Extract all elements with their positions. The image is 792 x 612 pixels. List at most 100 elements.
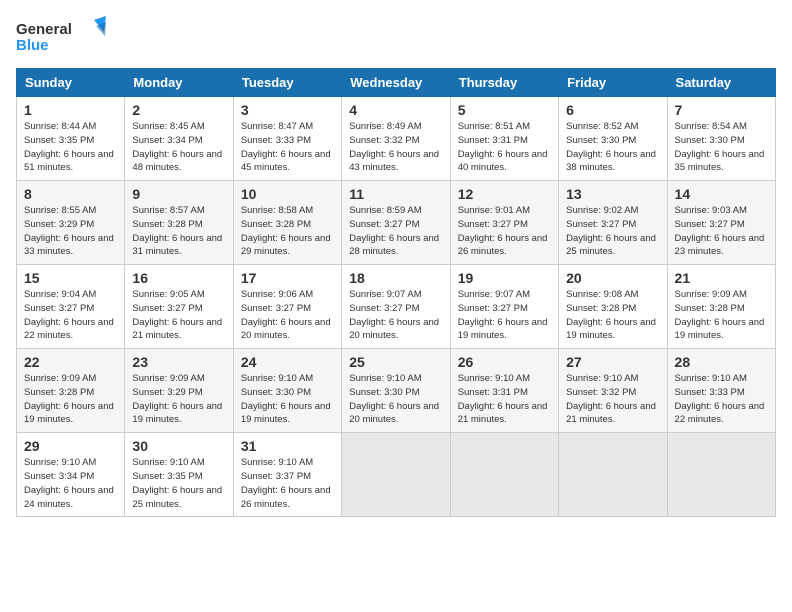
day-number: 2 — [132, 102, 225, 118]
day-number: 4 — [349, 102, 442, 118]
day-info: Sunrise: 9:10 AMSunset: 3:32 PMDaylight:… — [566, 372, 659, 427]
calendar-cell: 30 Sunrise: 9:10 AMSunset: 3:35 PMDayligh… — [125, 433, 233, 517]
calendar-cell: 5 Sunrise: 8:51 AMSunset: 3:31 PMDaylight… — [450, 97, 558, 181]
day-number: 28 — [675, 354, 768, 370]
logo: General Blue — [16, 16, 106, 56]
col-header-thursday: Thursday — [450, 69, 558, 97]
calendar-cell: 9Sunrise: 8:57 AMSunset: 3:28 PMDaylight… — [125, 181, 233, 265]
day-info: Sunrise: 8:59 AMSunset: 3:27 PMDaylight:… — [349, 204, 442, 259]
calendar-cell — [342, 433, 450, 517]
calendar-cell: 31 Sunrise: 9:10 AMSunset: 3:37 PMDayligh… — [233, 433, 341, 517]
logo-svg: General Blue — [16, 16, 106, 56]
calendar-cell: 4 Sunrise: 8:49 AMSunset: 3:32 PMDaylight… — [342, 97, 450, 181]
day-info: Sunrise: 8:47 AMSunset: 3:33 PMDaylight:… — [241, 120, 334, 175]
day-info: Sunrise: 9:07 AMSunset: 3:27 PMDaylight:… — [458, 288, 551, 343]
calendar-cell — [667, 433, 775, 517]
day-number: 29 — [24, 438, 117, 454]
day-info: Sunrise: 8:52 AMSunset: 3:30 PMDaylight:… — [566, 120, 659, 175]
day-info: Sunrise: 9:10 AMSunset: 3:33 PMDaylight:… — [675, 372, 768, 427]
day-info: Sunrise: 9:08 AMSunset: 3:28 PMDaylight:… — [566, 288, 659, 343]
day-info: Sunrise: 8:49 AMSunset: 3:32 PMDaylight:… — [349, 120, 442, 175]
calendar-header-row: SundayMondayTuesdayWednesdayThursdayFrid… — [17, 69, 776, 97]
day-info: Sunrise: 8:54 AMSunset: 3:30 PMDaylight:… — [675, 120, 768, 175]
day-info: Sunrise: 8:44 AMSunset: 3:35 PMDaylight:… — [24, 120, 117, 175]
calendar-cell — [559, 433, 667, 517]
day-number: 10 — [241, 186, 334, 202]
day-number: 19 — [458, 270, 551, 286]
calendar-cell: 6 Sunrise: 8:52 AMSunset: 3:30 PMDaylight… — [559, 97, 667, 181]
calendar-cell: 15 Sunrise: 9:04 AMSunset: 3:27 PMDayligh… — [17, 265, 125, 349]
day-number: 31 — [241, 438, 334, 454]
calendar-cell: 8Sunrise: 8:55 AMSunset: 3:29 PMDaylight… — [17, 181, 125, 265]
calendar-cell: 22 Sunrise: 9:09 AMSunset: 3:28 PMDayligh… — [17, 349, 125, 433]
day-number: 5 — [458, 102, 551, 118]
calendar-cell: 21 Sunrise: 9:09 AMSunset: 3:28 PMDayligh… — [667, 265, 775, 349]
calendar-cell: 24 Sunrise: 9:10 AMSunset: 3:30 PMDayligh… — [233, 349, 341, 433]
calendar-cell: 20Sunrise: 9:08 AMSunset: 3:28 PMDayligh… — [559, 265, 667, 349]
day-info: Sunrise: 9:10 AMSunset: 3:31 PMDaylight:… — [458, 372, 551, 427]
calendar-cell: 25 Sunrise: 9:10 AMSunset: 3:30 PMDayligh… — [342, 349, 450, 433]
calendar-cell: 12 Sunrise: 9:01 AMSunset: 3:27 PMDayligh… — [450, 181, 558, 265]
calendar-cell — [450, 433, 558, 517]
day-info: Sunrise: 9:09 AMSunset: 3:28 PMDaylight:… — [675, 288, 768, 343]
calendar-cell: 17 Sunrise: 9:06 AMSunset: 3:27 PMDayligh… — [233, 265, 341, 349]
calendar-cell: 2Sunrise: 8:45 AMSunset: 3:34 PMDaylight… — [125, 97, 233, 181]
day-number: 3 — [241, 102, 334, 118]
svg-text:General: General — [16, 21, 72, 38]
calendar-cell: 11Sunrise: 8:59 AMSunset: 3:27 PMDayligh… — [342, 181, 450, 265]
day-info: Sunrise: 9:02 AMSunset: 3:27 PMDaylight:… — [566, 204, 659, 259]
calendar-cell: 10 Sunrise: 8:58 AMSunset: 3:28 PMDayligh… — [233, 181, 341, 265]
calendar-cell: 1 Sunrise: 8:44 AMSunset: 3:35 PMDaylight… — [17, 97, 125, 181]
col-header-tuesday: Tuesday — [233, 69, 341, 97]
day-info: Sunrise: 9:10 AMSunset: 3:30 PMDaylight:… — [349, 372, 442, 427]
calendar-cell: 19 Sunrise: 9:07 AMSunset: 3:27 PMDayligh… — [450, 265, 558, 349]
day-number: 25 — [349, 354, 442, 370]
day-info: Sunrise: 8:58 AMSunset: 3:28 PMDaylight:… — [241, 204, 334, 259]
day-info: Sunrise: 9:10 AMSunset: 3:37 PMDaylight:… — [241, 456, 334, 511]
day-number: 17 — [241, 270, 334, 286]
day-number: 22 — [24, 354, 117, 370]
calendar-cell: 29 Sunrise: 9:10 AMSunset: 3:34 PMDayligh… — [17, 433, 125, 517]
day-number: 21 — [675, 270, 768, 286]
day-number: 12 — [458, 186, 551, 202]
day-number: 6 — [566, 102, 659, 118]
calendar-cell: 3 Sunrise: 8:47 AMSunset: 3:33 PMDaylight… — [233, 97, 341, 181]
calendar-week-3: 15 Sunrise: 9:04 AMSunset: 3:27 PMDayligh… — [17, 265, 776, 349]
day-number: 1 — [24, 102, 117, 118]
day-number: 24 — [241, 354, 334, 370]
day-number: 18 — [349, 270, 442, 286]
day-number: 8 — [24, 186, 117, 202]
day-info: Sunrise: 9:10 AMSunset: 3:30 PMDaylight:… — [241, 372, 334, 427]
day-info: Sunrise: 9:06 AMSunset: 3:27 PMDaylight:… — [241, 288, 334, 343]
day-info: Sunrise: 9:01 AMSunset: 3:27 PMDaylight:… — [458, 204, 551, 259]
calendar-cell: 16Sunrise: 9:05 AMSunset: 3:27 PMDayligh… — [125, 265, 233, 349]
calendar-week-1: 1 Sunrise: 8:44 AMSunset: 3:35 PMDaylight… — [17, 97, 776, 181]
day-info: Sunrise: 9:04 AMSunset: 3:27 PMDaylight:… — [24, 288, 117, 343]
day-number: 14 — [675, 186, 768, 202]
day-number: 7 — [675, 102, 768, 118]
day-number: 30 — [132, 438, 225, 454]
calendar-cell: 27 Sunrise: 9:10 AMSunset: 3:32 PMDayligh… — [559, 349, 667, 433]
day-number: 26 — [458, 354, 551, 370]
calendar-table: SundayMondayTuesdayWednesdayThursdayFrid… — [16, 68, 776, 517]
calendar-week-5: 29 Sunrise: 9:10 AMSunset: 3:34 PMDayligh… — [17, 433, 776, 517]
calendar-cell: 13 Sunrise: 9:02 AMSunset: 3:27 PMDayligh… — [559, 181, 667, 265]
day-info: Sunrise: 9:09 AMSunset: 3:28 PMDaylight:… — [24, 372, 117, 427]
day-number: 13 — [566, 186, 659, 202]
col-header-monday: Monday — [125, 69, 233, 97]
calendar-cell: 18 Sunrise: 9:07 AMSunset: 3:27 PMDayligh… — [342, 265, 450, 349]
calendar-week-4: 22 Sunrise: 9:09 AMSunset: 3:28 PMDayligh… — [17, 349, 776, 433]
col-header-saturday: Saturday — [667, 69, 775, 97]
day-number: 9 — [132, 186, 225, 202]
day-info: Sunrise: 8:51 AMSunset: 3:31 PMDaylight:… — [458, 120, 551, 175]
calendar-cell: 7 Sunrise: 8:54 AMSunset: 3:30 PMDaylight… — [667, 97, 775, 181]
day-info: Sunrise: 9:10 AMSunset: 3:34 PMDaylight:… — [24, 456, 117, 511]
calendar-week-2: 8Sunrise: 8:55 AMSunset: 3:29 PMDaylight… — [17, 181, 776, 265]
calendar-cell: 26 Sunrise: 9:10 AMSunset: 3:31 PMDayligh… — [450, 349, 558, 433]
day-number: 15 — [24, 270, 117, 286]
day-info: Sunrise: 9:10 AMSunset: 3:35 PMDaylight:… — [132, 456, 225, 511]
col-header-sunday: Sunday — [17, 69, 125, 97]
day-info: Sunrise: 9:07 AMSunset: 3:27 PMDaylight:… — [349, 288, 442, 343]
page-header: General Blue — [16, 16, 776, 56]
day-number: 27 — [566, 354, 659, 370]
